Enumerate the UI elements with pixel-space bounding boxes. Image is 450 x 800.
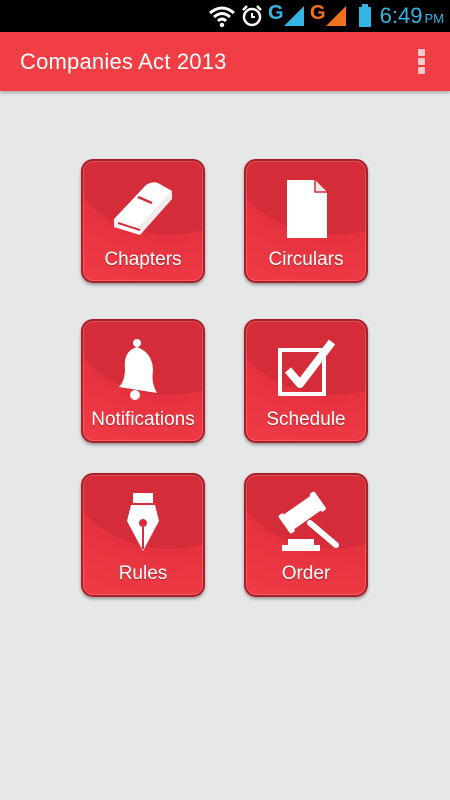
notifications-label: Notifications bbox=[91, 409, 195, 430]
wifi-icon bbox=[208, 4, 236, 28]
schedule-label: Schedule bbox=[266, 409, 346, 430]
chapters-label: Chapters bbox=[104, 249, 182, 270]
app-title: Companies Act 2013 bbox=[20, 49, 227, 74]
rules-label: Rules bbox=[118, 563, 168, 584]
notifications-button[interactable]: Notifications bbox=[81, 319, 205, 443]
schedule-button[interactable]: Schedule bbox=[244, 319, 368, 443]
bell-icon bbox=[83, 335, 203, 403]
rules-button[interactable]: Rules bbox=[81, 473, 205, 597]
gavel-icon bbox=[246, 489, 366, 557]
chapters-button[interactable]: Chapters bbox=[81, 159, 205, 283]
book-icon bbox=[83, 175, 203, 243]
clock-ampm: PM bbox=[424, 11, 445, 26]
clock: 6:49 PM bbox=[380, 3, 444, 29]
circulars-label: Circulars bbox=[268, 249, 344, 270]
signal-icon bbox=[326, 6, 346, 26]
order-label: Order bbox=[281, 563, 331, 584]
pen-nib-icon bbox=[83, 489, 203, 557]
order-button[interactable]: Order bbox=[244, 473, 368, 597]
app-bar: Companies Act 2013 bbox=[0, 32, 450, 91]
signal-1: G bbox=[268, 2, 308, 26]
checkbox-icon bbox=[246, 335, 366, 403]
signal-icon bbox=[284, 6, 304, 26]
circulars-button[interactable]: Circulars bbox=[244, 159, 368, 283]
battery-icon bbox=[358, 4, 372, 28]
alarm-icon bbox=[240, 4, 264, 28]
clock-time: 6:49 bbox=[379, 3, 423, 28]
signal-2: G bbox=[310, 2, 350, 26]
document-icon bbox=[246, 175, 366, 243]
status-bar: G G 6:49 PM bbox=[0, 0, 450, 32]
overflow-menu-icon[interactable] bbox=[414, 49, 428, 75]
